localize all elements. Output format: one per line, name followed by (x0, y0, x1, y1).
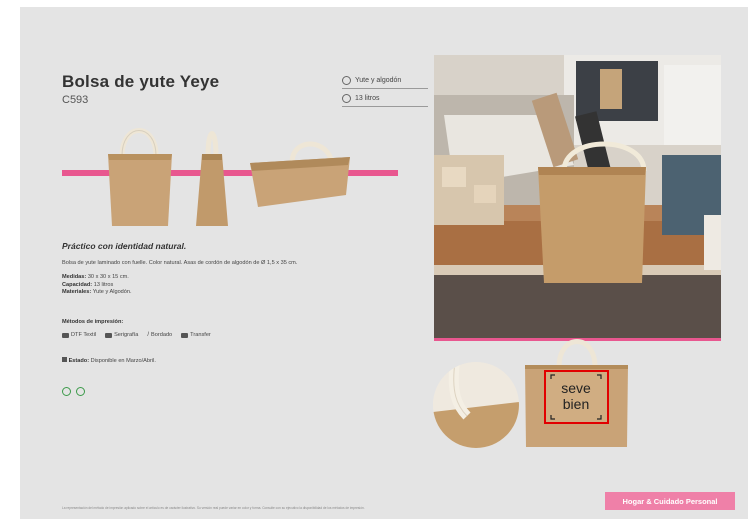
description-body: Bolsa de yute laminado con fuelle. Color… (62, 260, 298, 266)
status-label: Estado: (68, 358, 90, 364)
screenprint-icon (105, 332, 113, 338)
capacity-icon (342, 94, 351, 103)
capacity-value: 13 litros (93, 281, 114, 288)
bag-front-image (108, 128, 172, 226)
description-heading: Práctico con identidad natural. (62, 241, 187, 251)
eco-leaf-icon (76, 387, 85, 396)
category-badge[interactable]: Hogar & Cuidado Personal (605, 492, 735, 510)
measures-label: Medidas: (62, 274, 87, 280)
printing-methods: DTF Textil Serigrafía / Bordado Transfer (62, 332, 211, 338)
materials-label: Materiales: (62, 289, 92, 296)
transfer-icon (181, 332, 189, 338)
office-scene (434, 55, 721, 338)
status-value: Disponible en Marzo/Abril. (90, 358, 156, 364)
printing-heading: Métodos de impresión: (62, 319, 124, 325)
eco-icons (62, 387, 85, 396)
footer-disclaimer: La representación del método de impresió… (62, 506, 365, 510)
product-title: Bolsa de yute Yeye (62, 72, 220, 91)
status-icon (62, 357, 67, 362)
dtf-icon (62, 332, 69, 338)
materials-value: Yute y Algodón. (92, 289, 132, 296)
handle-detail-image (433, 362, 519, 448)
catalog-page: Bolsa de yute Yeye C593 Yute y algodón 1… (20, 7, 748, 519)
needle-icon: / (147, 332, 150, 338)
capacity-label: Capacidad: (62, 281, 93, 288)
product-code: C593 (62, 94, 89, 106)
method-bordado: / Bordado (147, 332, 173, 338)
lifestyle-photo (434, 55, 721, 338)
method-dtf: DTF Textil (62, 332, 96, 338)
bag-side-image (196, 131, 228, 226)
logo-line2: bien (563, 396, 589, 412)
bag-tilted-image (250, 141, 350, 207)
product-details: Medidas: 30 x 30 x 15 cm. Capacidad: 13 … (62, 274, 132, 297)
status-line: Estado: Disponible en Marzo/Abril. (62, 357, 156, 366)
material-icon (342, 76, 351, 85)
measures-value: 30 x 30 x 15 cm. (87, 274, 129, 280)
spec-material-label: Yute y algodón (355, 77, 402, 84)
logo-line1: seve (561, 380, 591, 396)
bag-logo-preview: seve bien (525, 339, 628, 447)
method-transfer: Transfer (181, 332, 211, 338)
spec-capacity-label: 13 litros (355, 95, 380, 102)
catalog-frame: Bolsa de yute Yeye C593 Yute y algodón 1… (0, 0, 755, 519)
method-serigrafia: Serigrafía (105, 332, 138, 338)
spec-capacity: 13 litros (342, 94, 428, 107)
spec-material: Yute y algodón (342, 76, 428, 89)
recycle-icon (62, 387, 71, 396)
